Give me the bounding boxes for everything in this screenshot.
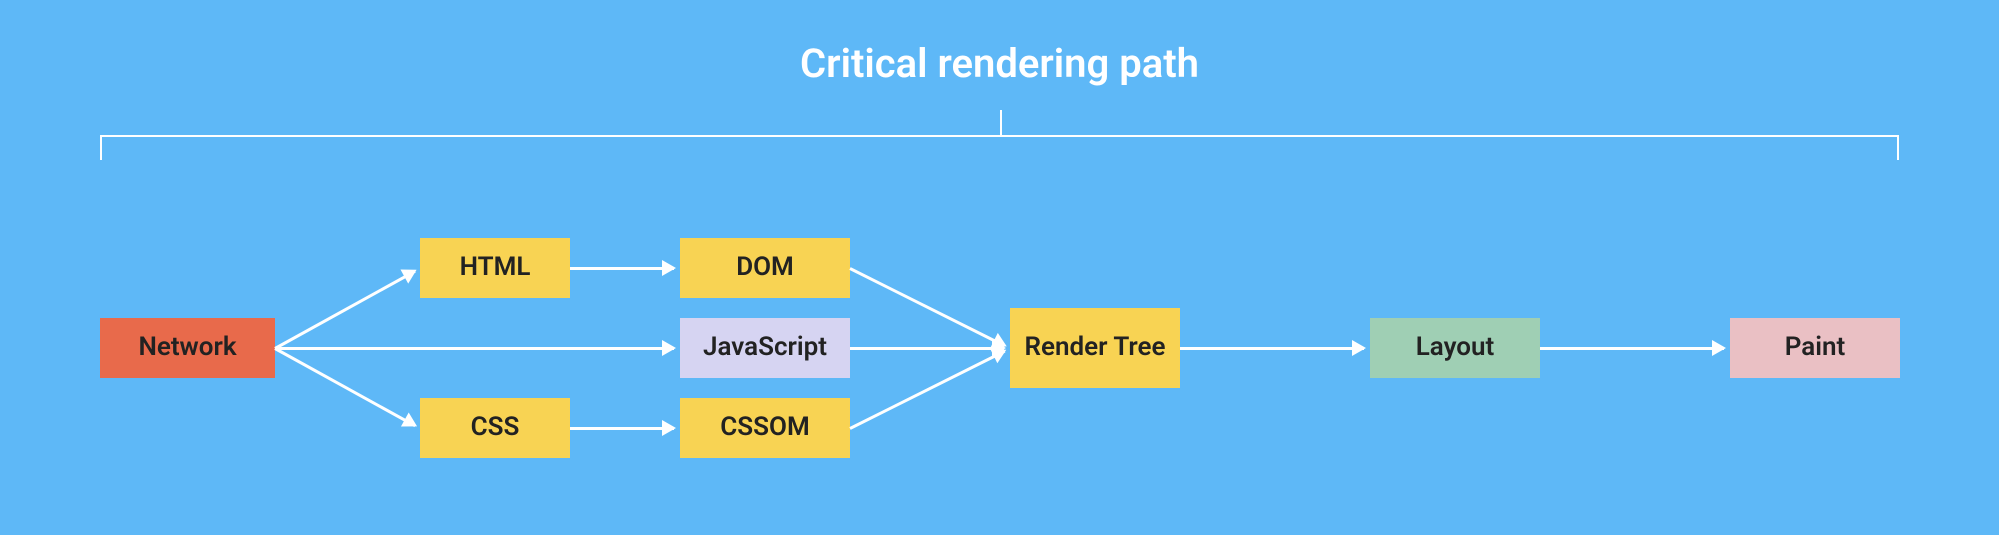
- arrow-render-to-layout: [1180, 347, 1364, 350]
- node-network: Network: [100, 318, 275, 378]
- arrow-dom-to-render: [849, 267, 1005, 347]
- node-paint: Paint: [1730, 318, 1900, 378]
- node-javascript: JavaScript: [680, 318, 850, 378]
- arrow-network-to-css: [274, 347, 415, 427]
- node-cssom: CSSOM: [680, 398, 850, 458]
- arrow-css-to-cssom: [570, 427, 674, 430]
- node-render: Render Tree: [1010, 308, 1180, 388]
- arrow-cssom-to-render: [849, 349, 1005, 429]
- node-dom: DOM: [680, 238, 850, 298]
- node-css: CSS: [420, 398, 570, 458]
- arrow-layout-to-paint: [1540, 347, 1724, 350]
- arrow-javascript-to-render: [850, 347, 1004, 350]
- arrow-network-to-html: [274, 270, 415, 350]
- arrow-html-to-dom: [570, 267, 674, 270]
- arrow-network-to-javascript: [275, 347, 674, 350]
- node-html: HTML: [420, 238, 570, 298]
- diagram-canvas: Network HTML CSS DOM JavaScript CSSOM Render T…: [0, 0, 1999, 535]
- node-layout: Layout: [1370, 318, 1540, 378]
